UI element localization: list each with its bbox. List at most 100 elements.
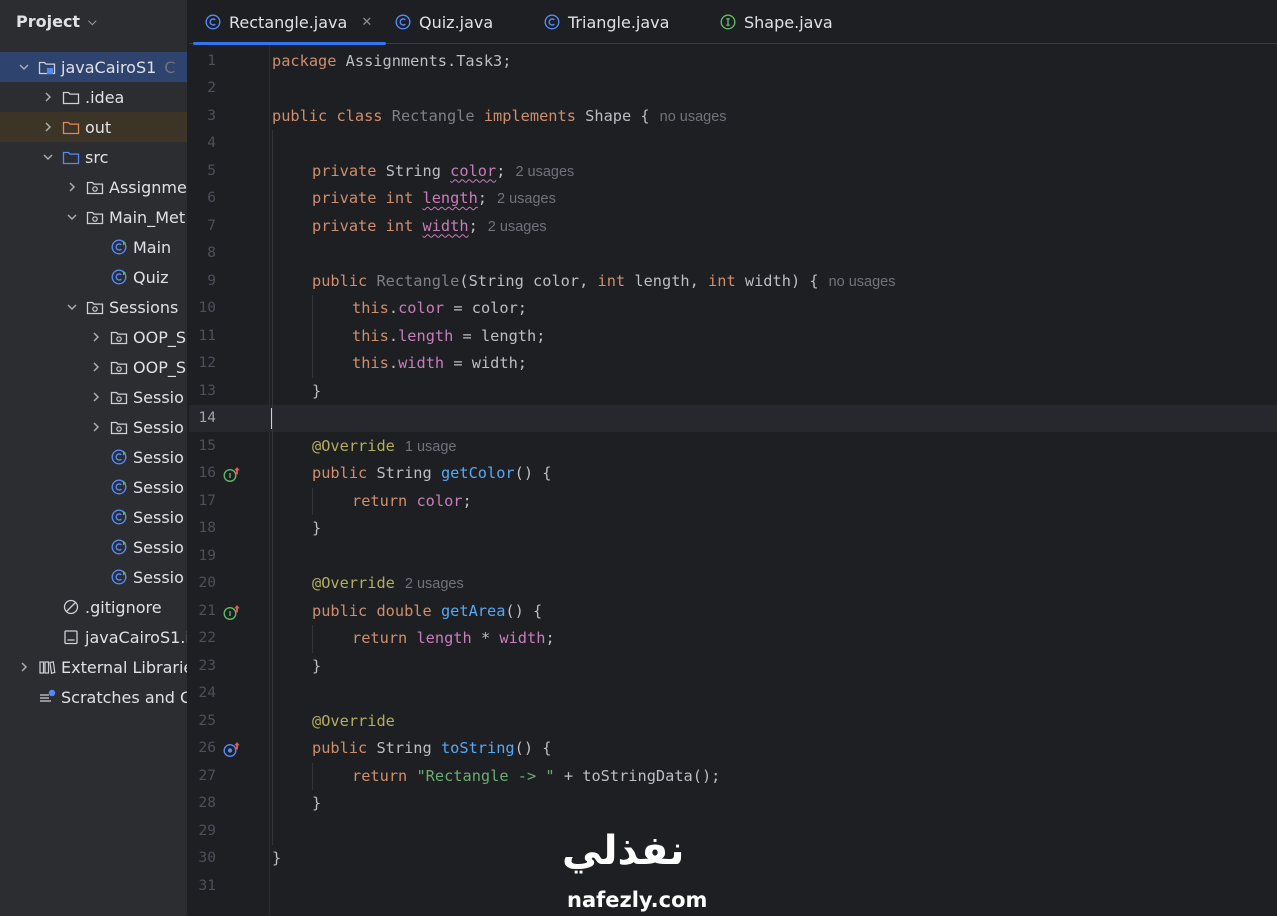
tree-item[interactable]: Main_Met	[0, 202, 187, 232]
chevron-right-icon[interactable]	[88, 329, 104, 345]
line-number: 28	[198, 795, 216, 811]
tab-rectangle-java[interactable]: Rectangle.java ✕	[192, 0, 387, 45]
tree-item[interactable]: OOP_S	[0, 322, 187, 352]
java-class-icon	[110, 569, 128, 585]
tab-shape-java[interactable]: Shape.java	[720, 0, 833, 44]
code-token: int	[708, 271, 745, 290]
code-line[interactable]: 26 public String toString() {	[189, 735, 1277, 762]
implements-method-icon[interactable]	[223, 465, 241, 483]
tree-item[interactable]: javaCairoS1 C	[0, 52, 187, 82]
chevron-down-icon[interactable]: ⌵	[88, 15, 96, 29]
code-line[interactable]: 28}	[189, 790, 1277, 817]
inlay-usage-hint[interactable]: 2 usages	[515, 164, 574, 180]
chevron-right-icon[interactable]	[40, 89, 56, 105]
tree-item[interactable]: .idea	[0, 82, 187, 112]
code-token: public	[312, 464, 377, 482]
chevron-down-icon[interactable]	[64, 299, 80, 315]
code-line[interactable]: 4	[189, 130, 1277, 157]
chevron-right-icon[interactable]	[64, 179, 80, 195]
tree-item[interactable]: Assignme	[0, 172, 187, 202]
code-line[interactable]: 20 @Override 2 usages	[189, 570, 1277, 597]
chevron-down-icon[interactable]	[16, 59, 32, 75]
implements-method-icon[interactable]	[223, 603, 241, 620]
tree-item[interactable]: Scratches and C	[0, 682, 187, 712]
code-line[interactable]: 21 public double getArea() {	[189, 598, 1277, 625]
tree-item[interactable]: javaCairoS1.i	[0, 622, 187, 652]
code-line[interactable]: 15 @Override 1 usage	[189, 433, 1277, 460]
tab-label: Triangle.java	[568, 12, 670, 32]
package-icon	[86, 299, 104, 315]
tree-item[interactable]: Quiz	[0, 262, 187, 292]
code-line[interactable]: 27 return "Rectangle -> " + toStringData(…	[189, 763, 1277, 790]
tree-item[interactable]: Sessio	[0, 382, 187, 412]
chevron-right-icon[interactable]	[16, 659, 32, 675]
code-line[interactable]: 18}	[189, 515, 1277, 542]
code-text: public Rectangle(String color, int lengt…	[312, 268, 896, 296]
code-line[interactable]: 7 private int width; 2 usages	[189, 213, 1277, 240]
code-line[interactable]: 13}	[189, 378, 1277, 405]
inlay-usage-hint[interactable]: 2 usages	[488, 219, 547, 235]
code-line[interactable]: 11 this.length = length;	[189, 323, 1277, 350]
tree-item[interactable]: Sessions	[0, 292, 187, 322]
overrides-method-icon[interactable]	[223, 740, 241, 758]
code-line[interactable]: 10 this.color = color;	[189, 295, 1277, 322]
tree-item[interactable]: out	[0, 112, 187, 142]
tree-item[interactable]: Sessio	[0, 502, 187, 532]
inlay-usage-hint[interactable]: no usages	[660, 109, 727, 125]
code-line[interactable]: 25 @Override	[189, 708, 1277, 735]
tree-item[interactable]: OOP_S	[0, 352, 187, 382]
chevron-right-icon[interactable]	[88, 359, 104, 375]
tree-item-label: OOP_S	[133, 327, 186, 347]
tree-item[interactable]: Sessio	[0, 562, 187, 592]
tree-item[interactable]: .gitignore	[0, 592, 187, 622]
tree-item-label: OOP_S	[133, 357, 186, 377]
tab-triangle-java[interactable]: Triangle.java	[544, 0, 669, 44]
code-line[interactable]: 14	[189, 405, 1277, 432]
code-line[interactable]: 12 this.width = width;	[189, 350, 1277, 377]
inlay-usage-hint[interactable]: 2 usages	[497, 191, 556, 207]
code-line[interactable]: 6 private int length; 2 usages	[189, 185, 1277, 212]
code-line[interactable]: 16 public String getColor() {	[189, 460, 1277, 487]
code-line[interactable]: 22 return length * width;	[189, 625, 1277, 652]
code-line[interactable]: 23}	[189, 653, 1277, 680]
tree-item-label: Sessio	[133, 537, 184, 557]
code-line[interactable]: 3 public class Rectangle implements Shape…	[189, 103, 1277, 130]
tree-item[interactable]: Sessio	[0, 472, 187, 502]
line-number: 17	[198, 492, 216, 509]
code-line[interactable]: 9 public Rectangle(String color, int leng…	[189, 268, 1277, 295]
code-token: public	[312, 739, 377, 757]
inlay-usage-hint[interactable]: 2 usages	[405, 576, 464, 592]
code-editor[interactable]: 1 package Assignments.Task3; 2 3 public clas…	[189, 45, 1277, 916]
tree-item[interactable]: Sessio	[0, 442, 187, 472]
java-class-icon	[110, 239, 128, 255]
code-line[interactable]: 1 package Assignments.Task3;	[189, 48, 1277, 75]
tree-item[interactable]: Sessio	[0, 532, 187, 562]
code-token: color	[416, 491, 463, 510]
code-line[interactable]: 5 private String color; 2 usages	[189, 158, 1277, 185]
chevron-right-icon[interactable]	[88, 389, 104, 405]
code-line[interactable]: 17 return color;	[189, 488, 1277, 515]
code-line[interactable]: 2	[189, 75, 1277, 102]
chevron-right-icon[interactable]	[88, 419, 104, 435]
tree-item[interactable]: Sessio	[0, 412, 187, 442]
close-icon[interactable]: ✕	[361, 15, 372, 30]
package-icon	[86, 209, 104, 225]
tree-item-label: Sessio	[133, 567, 184, 587]
project-panel-header[interactable]: Project ⌵	[0, 0, 187, 42]
tree-item[interactable]: Main	[0, 232, 187, 262]
code-line[interactable]: 8	[189, 240, 1277, 267]
chevron-down-icon[interactable]	[64, 209, 80, 225]
inlay-usage-hint[interactable]: 1 usage	[405, 439, 457, 455]
code-line[interactable]: 24	[189, 680, 1277, 707]
inlay-usage-hint[interactable]: no usages	[829, 274, 896, 290]
code-token: Assignments.Task3;	[336, 51, 512, 70]
tab-quiz-java[interactable]: Quiz.java	[395, 0, 493, 44]
code-line[interactable]: 19	[189, 543, 1277, 570]
chevron-right-icon[interactable]	[40, 119, 56, 135]
tree-item[interactable]: External Librarie	[0, 652, 187, 682]
tree-item[interactable]: src	[0, 142, 187, 172]
code-token: }	[312, 519, 322, 537]
tree-item-label: Sessio	[133, 417, 184, 437]
code-text: private String color; 2 usages	[312, 158, 574, 186]
chevron-down-icon[interactable]	[40, 149, 56, 165]
